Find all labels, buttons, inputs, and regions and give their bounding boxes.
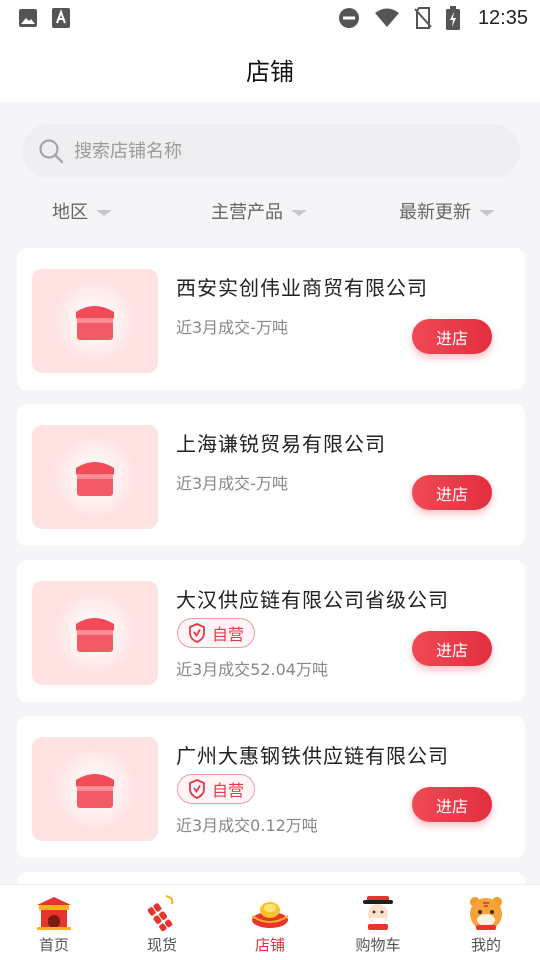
storefront-icon	[76, 306, 114, 340]
shield-check-icon	[189, 623, 205, 643]
page-title: 店铺	[246, 57, 294, 86]
tab-spot-goods[interactable]: 现货	[108, 885, 216, 960]
no-sim-icon	[414, 7, 432, 29]
shop-name: 上海谦锐贸易有限公司	[176, 432, 386, 456]
shop-name: 广州大惠钢铁供应链有限公司	[176, 744, 449, 768]
badge-label: 自营	[212, 781, 245, 800]
filter-label: 最新更新	[399, 202, 471, 223]
search-input[interactable]	[74, 140, 474, 162]
search-icon	[38, 138, 64, 164]
shop-thumbnail	[32, 269, 158, 373]
wifi-icon	[374, 8, 400, 28]
tab-label: 我的	[470, 936, 501, 954]
storefront-icon	[76, 618, 114, 652]
tab-home[interactable]: 首页	[0, 885, 108, 960]
shop-stats: 近3月成交-万吨	[176, 474, 288, 493]
search-bar[interactable]	[22, 124, 520, 178]
shop-thumbnail	[32, 737, 158, 841]
text-a-icon	[52, 8, 70, 28]
caret-down-icon	[96, 209, 112, 216]
shop-thumbnail	[32, 581, 158, 685]
filter-label: 主营产品	[211, 202, 283, 223]
tab-shops[interactable]: 店铺	[216, 885, 324, 960]
shield-check-icon	[189, 779, 205, 799]
filter-main-product[interactable]: 主营产品	[211, 198, 307, 224]
tab-label: 店铺	[254, 936, 285, 954]
self-run-badge: 自营	[177, 618, 256, 648]
badge-label: 自营	[212, 625, 245, 644]
temple-gate-icon	[34, 893, 74, 933]
filter-latest-update[interactable]: 最新更新	[399, 198, 495, 224]
shop-list: 西安实创伟业商贸有限公司 近3月成交-万吨 进店 上海谦锐贸易有限公司 近3月成…	[17, 248, 525, 916]
tab-label: 首页	[38, 936, 69, 954]
enter-shop-button[interactable]: 进店	[412, 319, 492, 354]
caret-down-icon	[479, 209, 495, 216]
shop-stats: 近3月成交0.12万吨	[176, 816, 318, 835]
shop-stats: 近3月成交52.04万吨	[176, 660, 328, 679]
storefront-icon	[76, 774, 114, 808]
shop-card[interactable]: 大汉供应链有限公司省级公司 自营 近3月成交52.04万吨 进店	[17, 560, 525, 702]
enter-shop-button[interactable]: 进店	[412, 475, 492, 510]
caret-down-icon	[291, 209, 307, 216]
do-not-disturb-icon	[338, 7, 360, 29]
shop-name: 大汉供应链有限公司省级公司	[176, 588, 449, 612]
shop-thumbnail	[32, 425, 158, 529]
self-run-badge: 自营	[177, 774, 256, 804]
shop-name: 西安实创伟业商贸有限公司	[176, 276, 428, 300]
filter-bar: 地区 主营产品 最新更新	[0, 198, 540, 232]
filter-label: 地区	[52, 202, 88, 223]
gold-ingot-icon	[250, 893, 290, 933]
shop-card[interactable]: 上海谦锐贸易有限公司 近3月成交-万吨 进店	[17, 404, 525, 546]
bottom-tab-bar: 首页 现货 店铺 购物车 我的	[0, 884, 540, 960]
shop-card[interactable]: 广州大惠钢铁供应链有限公司 自营 近3月成交0.12万吨 进店	[17, 716, 525, 858]
tab-label: 现货	[146, 936, 177, 954]
status-bar: 12:35	[0, 0, 540, 36]
tab-cart[interactable]: 购物车	[324, 885, 432, 960]
storefront-icon	[76, 462, 114, 496]
status-time: 12:35	[477, 6, 528, 29]
filter-region[interactable]: 地区	[52, 198, 112, 224]
tiger-face-icon	[466, 893, 506, 933]
enter-shop-button[interactable]: 进店	[412, 631, 492, 666]
header: 店铺	[0, 36, 540, 102]
battery-charging-icon	[445, 6, 460, 30]
tab-label: 购物车	[355, 936, 401, 954]
status-right: 12:35	[338, 6, 528, 30]
firecracker-icon	[142, 893, 182, 933]
shop-stats: 近3月成交-万吨	[176, 318, 288, 337]
image-icon	[18, 8, 38, 28]
fortune-god-icon	[358, 893, 398, 933]
shop-card[interactable]: 西安实创伟业商贸有限公司 近3月成交-万吨 进店	[17, 248, 525, 390]
tab-mine[interactable]: 我的	[432, 885, 540, 960]
status-left	[18, 8, 70, 28]
enter-shop-button[interactable]: 进店	[412, 787, 492, 822]
